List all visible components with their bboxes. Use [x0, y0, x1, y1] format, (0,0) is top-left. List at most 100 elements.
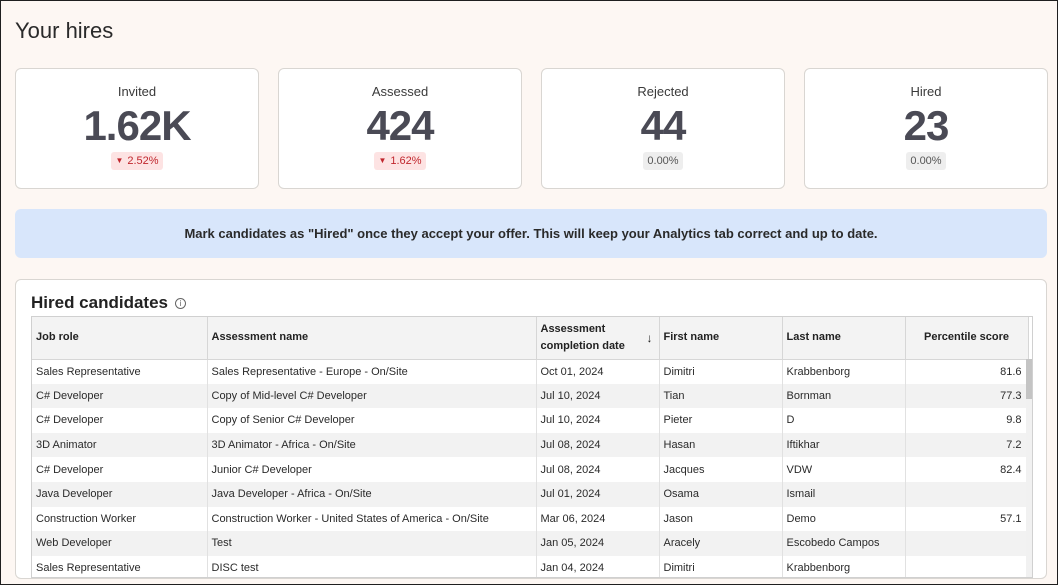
- info-icon[interactable]: i: [175, 298, 186, 309]
- stat-delta-badge: 0.00%: [643, 152, 683, 170]
- stat-label: Assessed: [371, 84, 429, 99]
- scrollbar-thumb[interactable]: [1026, 359, 1032, 399]
- stat-card-hired[interactable]: Hired 23 0.00%: [804, 68, 1048, 189]
- cell-assessment-name: Copy of Mid-level C# Developer: [207, 383, 537, 409]
- arrow-down-icon[interactable]: ↓: [647, 330, 653, 347]
- cell-job-role: C# Developer: [32, 408, 208, 433]
- table-scrollbar[interactable]: [1026, 359, 1032, 577]
- column-header-label: Assessment completion date: [540, 322, 625, 352]
- stat-label: Invited: [117, 84, 157, 99]
- cell-percentile-score: 77.3: [905, 383, 1029, 409]
- column-header-job-role[interactable]: Job role: [32, 317, 208, 360]
- cell-assessment-name: Junior C# Developer: [207, 457, 537, 482]
- cell-percentile-score: [905, 531, 1029, 556]
- cell-completion-date: Jul 01, 2024: [536, 481, 660, 507]
- cell-first-name: Dimitri: [659, 555, 783, 577]
- table-row[interactable]: Java Developer Java Developer - Africa - …: [32, 481, 1029, 507]
- cell-last-name: Demo: [782, 506, 906, 532]
- cell-last-name: Ismail: [782, 481, 906, 507]
- cell-last-name: Iftikhar: [782, 432, 906, 458]
- cell-last-name: Krabbenborg: [782, 359, 906, 384]
- caret-down-icon: ▼: [378, 156, 387, 165]
- cell-percentile-score: 9.8: [905, 408, 1029, 433]
- column-header-completion-date[interactable]: ↓ Assessment completion date: [536, 317, 660, 360]
- stat-card-rejected[interactable]: Rejected 44 0.00%: [541, 68, 785, 189]
- cell-percentile-score: 7.2: [905, 432, 1029, 458]
- cell-job-role: Sales Representative: [32, 359, 208, 384]
- table-row[interactable]: 3D Animator 3D Animator - Africa - On/Sit…: [32, 432, 1029, 458]
- cell-assessment-name: Java Developer - Africa - On/Site: [207, 481, 537, 507]
- stat-card-assessed[interactable]: Assessed 424 ▼ 1.62%: [278, 68, 522, 189]
- cell-last-name: D: [782, 408, 906, 433]
- cell-first-name: Dimitri: [659, 359, 783, 384]
- cell-completion-date: Jan 04, 2024: [536, 555, 660, 577]
- cell-percentile-score: [905, 481, 1029, 507]
- cell-job-role: Web Developer: [32, 531, 208, 556]
- column-header-first-name[interactable]: First name: [659, 317, 783, 360]
- cell-last-name: Bornman: [782, 383, 906, 409]
- column-header-last-name[interactable]: Last name: [782, 317, 906, 360]
- cell-assessment-name: DISC test: [207, 555, 537, 577]
- stat-label: Rejected: [637, 84, 689, 99]
- cell-assessment-name: 3D Animator - Africa - On/Site: [207, 432, 537, 458]
- cell-percentile-score: 81.6: [905, 359, 1029, 384]
- table-row[interactable]: Sales Representative Sales Representative…: [32, 359, 1029, 384]
- stat-card-invited[interactable]: Invited 1.62K ▼ 2.52%: [15, 68, 259, 189]
- table-row[interactable]: Sales Representative DISC test Jan 04, 202…: [32, 555, 1029, 577]
- caret-down-icon: ▼: [115, 156, 124, 165]
- hired-candidates-panel: Hired candidates i Job role Assessment n…: [15, 279, 1047, 579]
- cell-first-name: Tian: [659, 383, 783, 409]
- stat-value: 23: [903, 102, 950, 149]
- cell-job-role: 3D Animator: [32, 432, 208, 458]
- cell-first-name: Hasan: [659, 432, 783, 458]
- stats-row: Invited 1.62K ▼ 2.52% Assessed 424 ▼ 1.62%…: [15, 68, 1048, 189]
- table-row[interactable]: Construction Worker Construction Worker -…: [32, 506, 1029, 532]
- page-title: Your hires: [15, 18, 114, 43]
- stat-delta-value: 0.00%: [647, 155, 679, 167]
- cell-job-role: C# Developer: [32, 383, 208, 409]
- column-header-assessment-name[interactable]: Assessment name: [207, 317, 537, 360]
- cell-completion-date: Jul 10, 2024: [536, 408, 660, 433]
- cell-assessment-name: Construction Worker - United States of A…: [207, 506, 537, 532]
- stat-delta-value: 0.00%: [910, 155, 942, 167]
- cell-first-name: Jason: [659, 506, 783, 532]
- stat-value: 1.62K: [83, 102, 191, 149]
- cell-last-name: VDW: [782, 457, 906, 482]
- cell-completion-date: Jul 08, 2024: [536, 432, 660, 458]
- cell-job-role: Sales Representative: [32, 555, 208, 577]
- stat-value: 44: [640, 102, 687, 149]
- banner-text: Mark candidates as "Hired" once they acc…: [184, 226, 878, 241]
- table-row[interactable]: Web Developer Test Jan 05, 2024 Aracely Esco…: [32, 531, 1029, 556]
- cell-first-name: Osama: [659, 481, 783, 507]
- table-row[interactable]: C# Developer Copy of Senior C# Developer J…: [32, 408, 1029, 433]
- cell-assessment-name: Test: [207, 531, 537, 556]
- cell-last-name: Escobedo Campos: [782, 531, 906, 556]
- app-frame: Your hires Invited 1.62K ▼ 2.52% Assessed…: [0, 0, 1058, 585]
- cell-first-name: Jacques: [659, 457, 783, 482]
- cell-job-role: C# Developer: [32, 457, 208, 482]
- cell-completion-date: Mar 06, 2024: [536, 506, 660, 532]
- info-banner: Mark candidates as "Hired" once they acc…: [15, 209, 1047, 258]
- column-header-percentile-score[interactable]: Percentile score: [905, 317, 1029, 360]
- stat-delta-value: 2.52%: [127, 155, 159, 167]
- hired-candidates-table[interactable]: Job role Assessment name ↓ Assessment com…: [31, 316, 1033, 578]
- table-header-row: Job role Assessment name ↓ Assessment com…: [32, 317, 1029, 360]
- cell-first-name: Aracely: [659, 531, 783, 556]
- stat-delta-badge: 0.00%: [906, 152, 946, 170]
- cell-percentile-score: 57.1: [905, 506, 1029, 532]
- table-row[interactable]: C# Developer Copy of Mid-level C# Develop…: [32, 383, 1029, 409]
- cell-completion-date: Jul 10, 2024: [536, 383, 660, 409]
- cell-assessment-name: Sales Representative - Europe - On/Site: [207, 359, 537, 384]
- stat-value: 424: [366, 102, 434, 149]
- cell-completion-date: Jul 08, 2024: [536, 457, 660, 482]
- cell-job-role: Java Developer: [32, 481, 208, 507]
- cell-assessment-name: Copy of Senior C# Developer: [207, 408, 537, 433]
- cell-percentile-score: 82.4: [905, 457, 1029, 482]
- stat-delta-value: 1.62%: [390, 155, 422, 167]
- stat-delta-badge: ▼ 1.62%: [374, 152, 426, 170]
- cell-percentile-score: [905, 555, 1029, 577]
- cell-last-name: Krabbenborg: [782, 555, 906, 577]
- table-row[interactable]: C# Developer Junior C# Developer Jul 08, 2…: [32, 457, 1029, 482]
- stat-delta-badge: ▼ 2.52%: [111, 152, 163, 170]
- cell-job-role: Construction Worker: [32, 506, 208, 532]
